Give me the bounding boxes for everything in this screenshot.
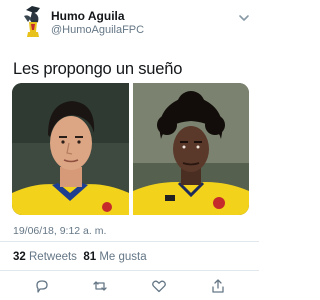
share-icon[interactable] <box>210 278 226 294</box>
divider <box>0 270 259 271</box>
avatar[interactable] <box>20 4 46 38</box>
tweet-stats: 32 Retweets 81 Me gusta <box>13 251 147 263</box>
user-handle[interactable]: @HumoAguilaFPC <box>51 24 144 36</box>
photo-right[interactable] <box>133 83 249 215</box>
tweet-header: Humo Aguila @HumoAguilaFPC <box>0 0 259 44</box>
photo-left[interactable] <box>12 83 129 215</box>
likes-count[interactable]: 81 <box>83 251 96 263</box>
likes-label[interactable]: Me gusta <box>99 251 146 263</box>
retweet-icon[interactable] <box>92 278 108 294</box>
divider <box>0 241 259 242</box>
tweet-timestamp[interactable]: 19/06/18, 9:12 a. m. <box>13 225 106 237</box>
tweet-media <box>12 83 249 215</box>
retweets-count[interactable]: 32 <box>13 251 26 263</box>
reply-icon[interactable] <box>34 278 50 294</box>
heart-icon[interactable] <box>151 278 167 294</box>
display-name[interactable]: Humo Aguila <box>51 9 125 23</box>
retweets-label[interactable]: Retweets <box>29 251 77 263</box>
action-bar <box>0 276 259 296</box>
chevron-down-icon[interactable] <box>238 10 250 21</box>
tweet-text: Les propongo un sueño <box>13 60 183 78</box>
